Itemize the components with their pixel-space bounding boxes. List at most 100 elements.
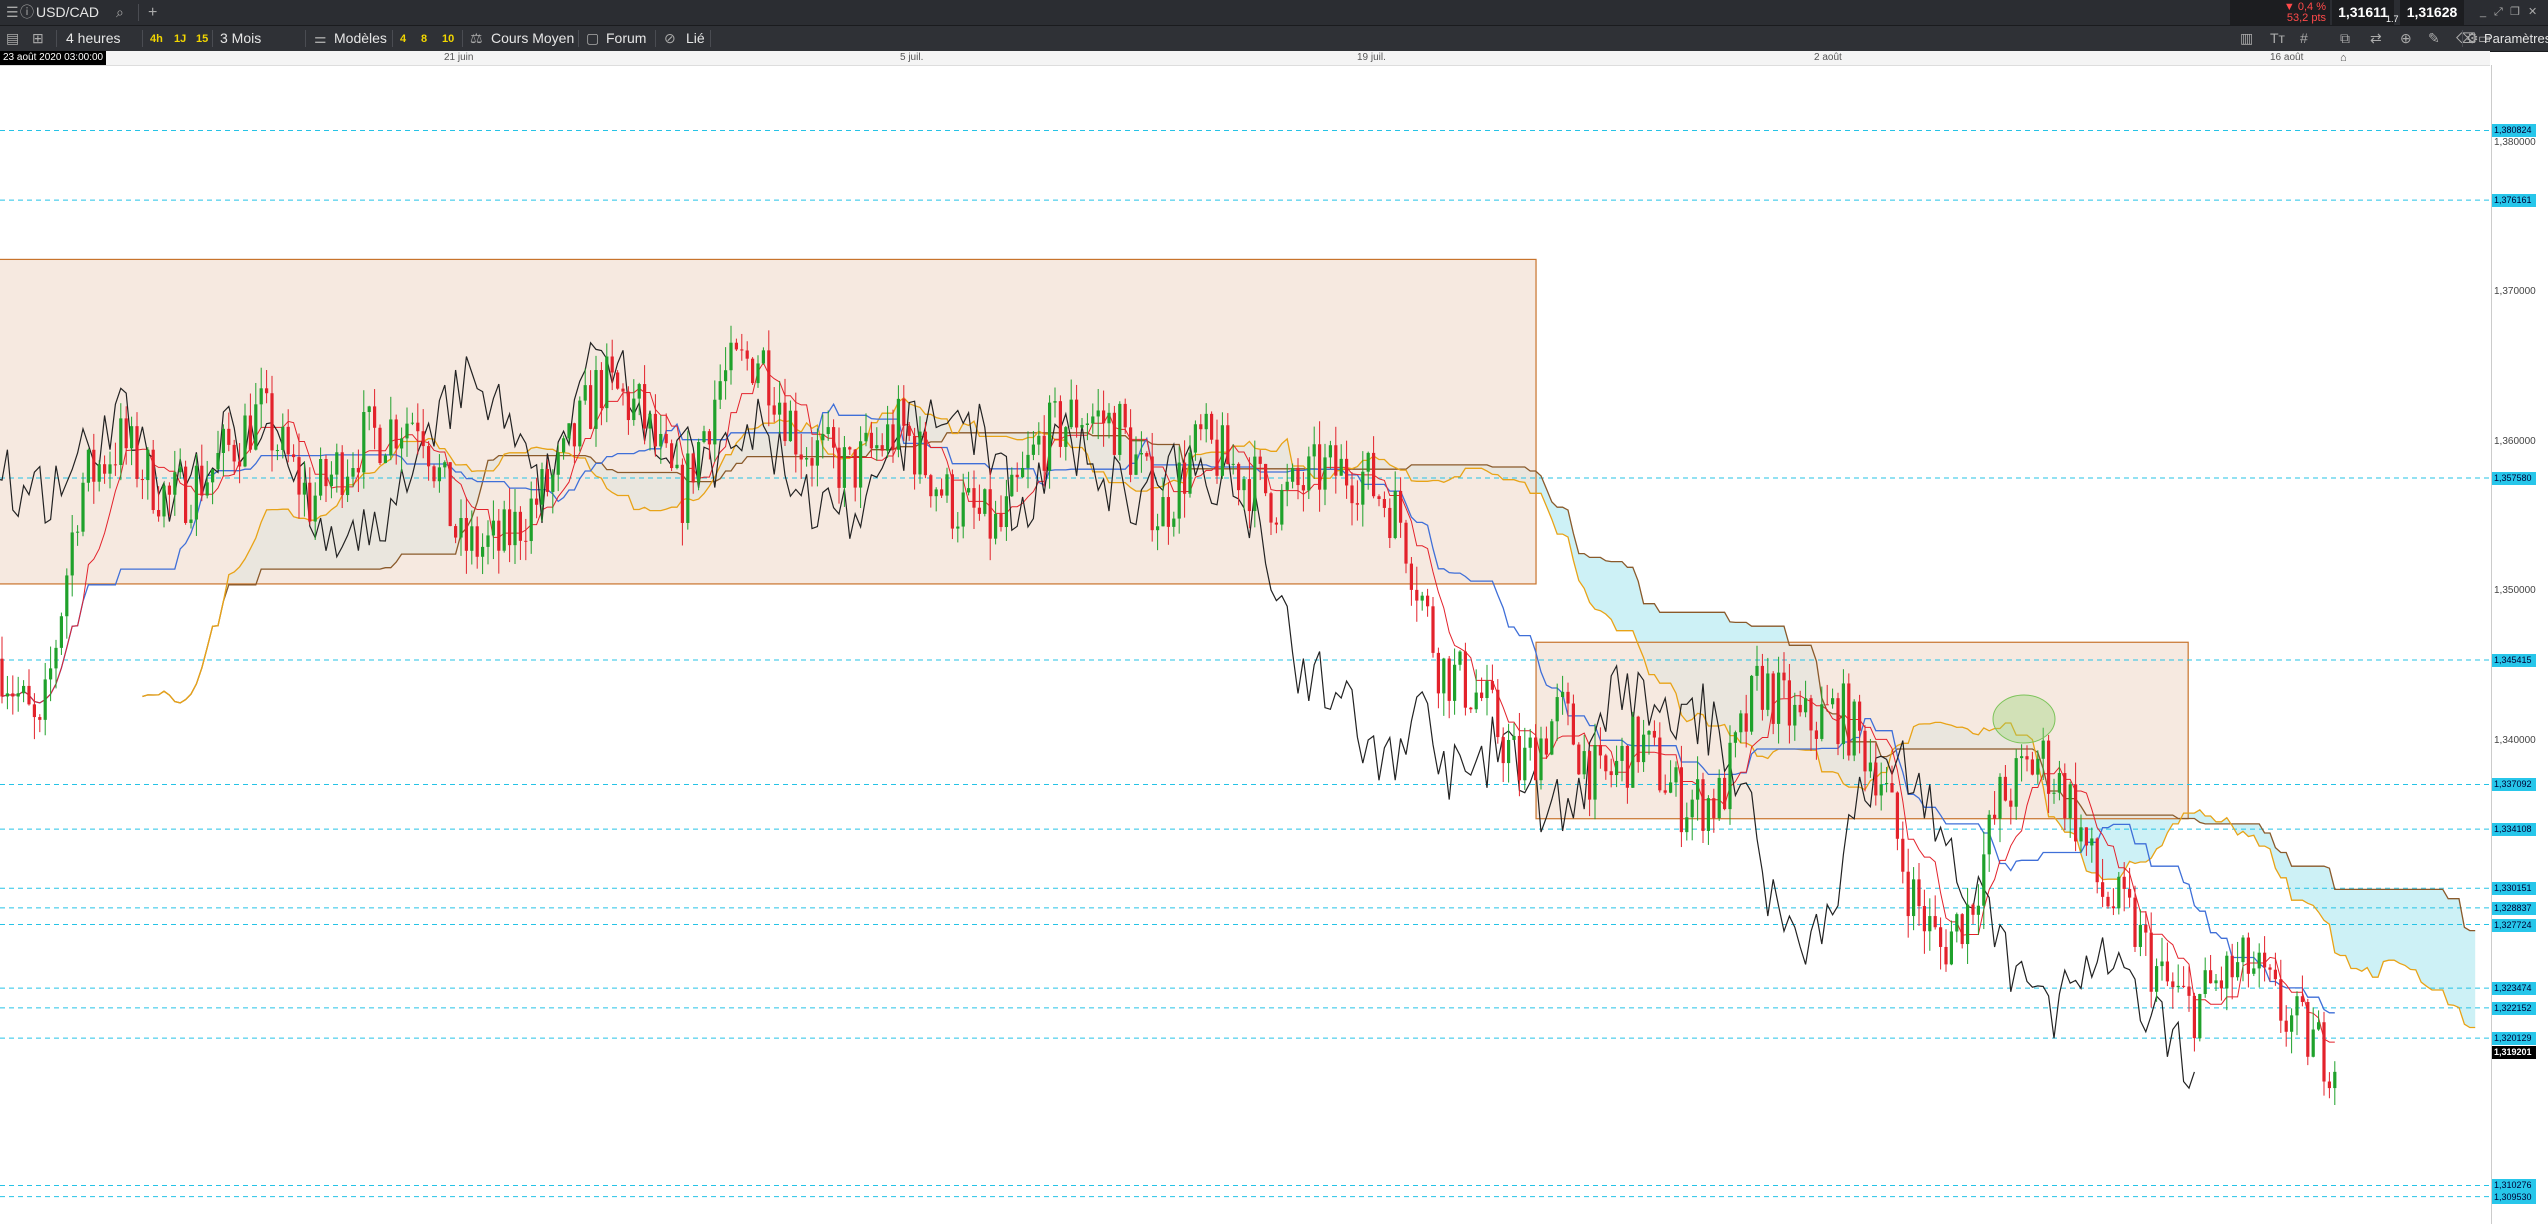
candle-body [551,474,555,492]
add-tab-icon[interactable]: + [148,0,157,25]
candle-body [594,370,598,429]
candle-body [2236,962,2240,978]
candle-body [718,381,722,400]
candle-body [1253,456,1257,512]
link-icon[interactable]: ⊘ [664,26,676,51]
candle-body [11,693,15,697]
candle-body [994,513,998,539]
price-chart[interactable] [0,65,2490,1224]
candle-body [1436,652,1440,694]
candle-body [2090,838,2094,846]
candle-body [1858,701,1862,731]
candle-body [1215,439,1219,476]
fibonacci-icon[interactable]: ⧉ [2340,26,2350,51]
candle-body [1485,681,1489,699]
candle-body [1804,698,1808,713]
ask-price[interactable]: 1,31628 [2400,0,2464,25]
symbol-label[interactable]: USD/CAD [36,0,99,25]
candle-body [1501,737,1505,764]
templates-button[interactable]: Modèles [334,26,387,51]
candle-body [562,438,566,453]
forum-icon[interactable]: ▢ [586,26,599,51]
candle-body [151,449,155,510]
candle-body [43,679,47,720]
candle-body [1312,444,1316,457]
candle-body [2317,1022,2321,1030]
period-button-1j[interactable]: 1J [174,32,186,46]
popout-icon[interactable]: ⤢ [2494,0,2503,25]
settings-button[interactable]: Paramètres [2484,26,2548,51]
range-select[interactable]: 3 Mois [220,26,261,51]
search-icon[interactable]: ⌕ [116,0,124,25]
candle-body [1944,946,1948,965]
candle-body [535,498,539,505]
compare-icon[interactable]: ⇄ [2370,26,2382,51]
forum-button[interactable]: Forum [606,26,646,51]
candle-body [1512,735,1516,740]
candle-body [2192,995,2196,1039]
candle-body [1609,771,1613,776]
candle-body [340,452,344,496]
candle-body [97,464,101,482]
candle-body [1674,767,1678,783]
candle-body [65,575,69,617]
candle-body [437,467,441,482]
close-icon[interactable]: ✕ [2528,0,2537,25]
candle-body [1399,490,1403,523]
text-tool-icon[interactable]: Tт [2270,26,2285,51]
draw-icon[interactable]: ✎ [2428,26,2440,51]
menu-icon[interactable]: ☰ [6,0,19,25]
candle-body [778,402,782,415]
candle-body [1274,522,1278,525]
bid-price[interactable]: 1,31611 [2332,0,2394,25]
period-button-4h[interactable]: 4h [150,32,163,46]
candle-body [2111,906,2115,909]
list-icon[interactable]: ▤ [6,26,19,51]
average-cost-button[interactable]: Cours Moyen [491,26,574,51]
candle-body [1264,463,1268,494]
timeframe-select[interactable]: 4 heures [66,26,120,51]
layout-icon[interactable]: ⊞ [32,26,44,51]
candle-body [1318,444,1322,490]
candle-body [767,350,771,406]
candle-body [38,717,42,720]
home-icon[interactable]: ⌂ [2340,52,2347,64]
candle-body [826,427,830,434]
cursor-date: 23 août 2020 03:00:00 [0,51,107,65]
candle-body [632,398,636,421]
crosshair-icon[interactable]: ⊕ [2400,26,2412,51]
average-cost-icon[interactable]: ⚖ [470,26,483,51]
templates-icon[interactable]: ⚌ [314,26,327,51]
candle-body [454,526,458,538]
candle-body [653,413,657,447]
candle-body [1220,425,1224,476]
linked-button[interactable]: Lié [686,26,705,51]
candle-body [1723,777,1727,810]
candle-body [1426,595,1430,607]
candle-body [167,485,171,495]
candle-body [1555,697,1559,722]
candle-body [2182,985,2186,987]
candle-body [788,410,792,442]
ma-button-8[interactable]: 8 [421,32,427,46]
period-button-15[interactable]: 15 [196,32,208,46]
restore-icon[interactable]: ❐ [2510,0,2520,25]
panel-icon[interactable]: ▥ [2240,26,2253,51]
grid-icon[interactable]: # [2300,26,2308,51]
ma-button-10[interactable]: 10 [442,32,454,46]
candle-body [1955,914,1959,932]
candle-body [702,431,706,443]
candle-body [1323,457,1327,490]
candle-body [254,404,258,450]
candle-body [1847,683,1851,756]
candle-body [572,423,576,447]
minimize-icon[interactable]: _ [2480,0,2486,25]
candle-body [497,520,501,551]
candle-body [32,704,36,718]
gear-icon[interactable]: ⚙ [2466,26,2479,51]
candle-body [2079,827,2083,842]
ma-button-4[interactable]: 4 [400,32,406,46]
info-icon[interactable]: ⓘ [20,0,34,25]
candle-body [2047,740,2051,794]
candle-body [367,406,371,413]
